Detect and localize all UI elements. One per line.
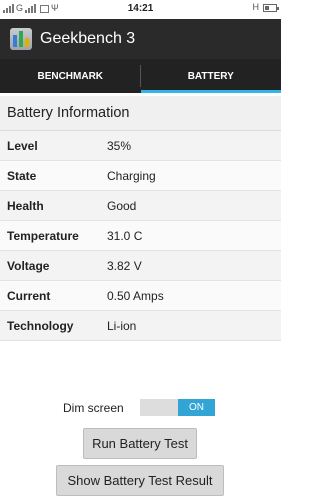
info-row-level: Level 35% xyxy=(0,131,281,161)
row-value: 0.50 Amps xyxy=(107,288,164,303)
section-title: Battery Information xyxy=(0,96,281,131)
status-right-icons: H xyxy=(252,2,279,12)
info-row-current: Current 0.50 Amps xyxy=(0,281,281,311)
row-value: Good xyxy=(107,198,137,213)
info-row-voltage: Voltage 3.82 V xyxy=(0,251,281,281)
row-value: Charging xyxy=(107,168,156,183)
row-label: Current xyxy=(7,288,51,303)
geekbench-app-icon[interactable] xyxy=(10,28,32,50)
row-value: Li-ion xyxy=(107,318,137,333)
dim-screen-setting: Dim screen ON xyxy=(0,398,281,418)
info-row-temperature: Temperature 31.0 C xyxy=(0,221,281,251)
tab-battery[interactable]: BATTERY xyxy=(140,59,282,93)
info-row-technology: Technology Li-ion xyxy=(0,311,281,341)
info-row-state: State Charging xyxy=(0,161,281,191)
action-bar: Geekbench 3 xyxy=(0,19,281,59)
tab-bar: BENCHMARK BATTERY xyxy=(0,59,281,93)
tab-benchmark[interactable]: BENCHMARK xyxy=(0,59,141,93)
dim-screen-label: Dim screen xyxy=(63,401,124,415)
dim-screen-toggle[interactable]: ON xyxy=(140,399,215,416)
row-label: Voltage xyxy=(7,258,50,273)
row-label: State xyxy=(7,168,37,183)
row-label: Health xyxy=(7,198,44,213)
status-time: 14:21 xyxy=(127,3,154,14)
row-value: 35% xyxy=(107,138,132,153)
run-battery-test-button[interactable]: Run Battery Test xyxy=(83,428,197,459)
row-label: Technology xyxy=(7,318,74,333)
row-value: 31.0 C xyxy=(107,228,143,243)
network-type-right: H xyxy=(252,2,260,12)
status-bar: G Ψ 14:21 H xyxy=(0,0,281,19)
battery-icon xyxy=(263,3,279,12)
info-row-health: Health Good xyxy=(0,191,281,221)
row-value: 3.82 V xyxy=(107,258,142,273)
toggle-on-label: ON xyxy=(178,399,215,416)
row-label: Level xyxy=(7,138,38,153)
app-title: Geekbench 3 xyxy=(40,30,136,47)
show-battery-result-button[interactable]: Show Battery Test Result xyxy=(56,465,224,496)
row-label: Temperature xyxy=(7,228,79,243)
battery-info-list: Level 35% State Charging Health Good Tem… xyxy=(0,131,281,341)
